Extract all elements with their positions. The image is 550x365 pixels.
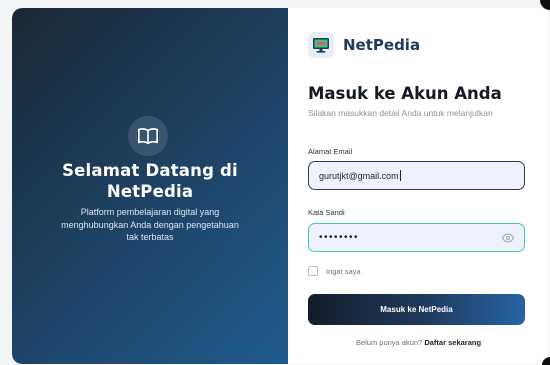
eye-icon[interactable] xyxy=(501,232,515,247)
password-label: Kata Sandi xyxy=(308,208,345,217)
welcome-title: Selamat Datang di NetPedia xyxy=(32,160,268,202)
register-link[interactable]: Daftar sekarang xyxy=(424,338,481,347)
password-field[interactable]: •••••••• xyxy=(308,223,525,252)
book-open-icon xyxy=(128,116,168,156)
login-page: Selamat Datang di NetPedia Platform pemb… xyxy=(0,0,550,365)
register-prompt: Belum punya akun? Daftar sekarang xyxy=(288,338,549,347)
login-card: Selamat Datang di NetPedia Platform pemb… xyxy=(12,8,549,364)
brand: NetPedia xyxy=(308,32,420,58)
remember-me[interactable]: Ingat saya xyxy=(308,266,361,276)
email-label: Alamat Email xyxy=(308,147,353,156)
remember-label: Ingat saya xyxy=(326,266,361,276)
password-value: •••••••• xyxy=(319,232,360,243)
welcome-panel: Selamat Datang di NetPedia Platform pemb… xyxy=(12,8,288,364)
remember-checkbox[interactable] xyxy=(308,266,318,276)
form-subheading: Silakan masukkan detail Anda untuk melan… xyxy=(308,108,493,118)
monitor-logo-icon xyxy=(308,32,334,58)
form-heading: Masuk ke Akun Anda xyxy=(308,84,502,103)
brand-name: NetPedia xyxy=(343,36,421,54)
login-button[interactable]: Masuk ke NetPedia xyxy=(308,294,525,325)
login-form-panel: NetPedia Masuk ke Akun Anda Silakan masu… xyxy=(288,8,549,364)
welcome-description: Platform pembelajaran digital yang mengh… xyxy=(61,207,239,242)
email-value: gurutjkt@gmail.com xyxy=(319,170,399,181)
welcome-title-line1: Selamat Datang di xyxy=(62,161,238,180)
welcome-title-line2: NetPedia xyxy=(106,182,194,201)
text-caret xyxy=(399,170,401,181)
register-prompt-text: Belum punya akun? xyxy=(355,338,423,347)
email-field[interactable]: gurutjkt@gmail.com xyxy=(308,161,525,190)
